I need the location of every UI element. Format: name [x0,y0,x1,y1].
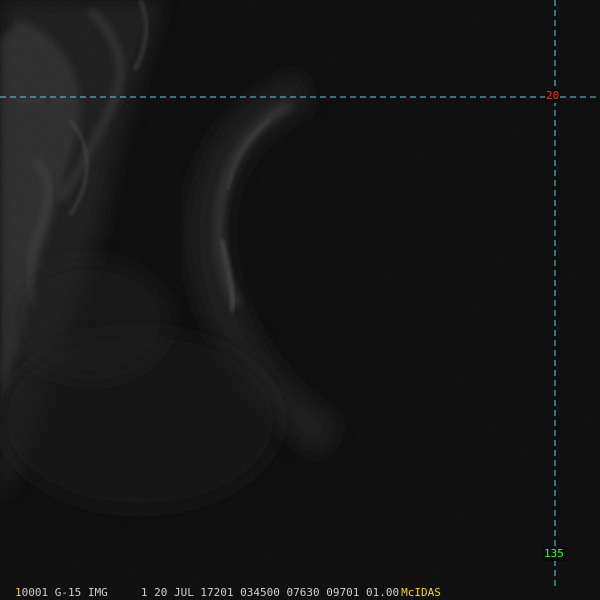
satellite-imagery [0,0,600,600]
frame-number: 1 [15,586,22,599]
satellite-image-frame: 20 135 1 0001 G-15 IMG 1 20 JUL 17201 034… [0,0,600,600]
sensor-noise [0,0,600,600]
image-info-footer: 1 0001 G-15 IMG 1 20 JUL 17201 034500 076… [0,586,600,600]
longitude-label: 135 [543,547,565,561]
image-header-text: 0001 G-15 IMG 1 20 JUL 17201 034500 0763… [21,586,400,599]
mcidas-brand: McIDAS [401,586,441,599]
latitude-label: 20 [545,89,561,103]
